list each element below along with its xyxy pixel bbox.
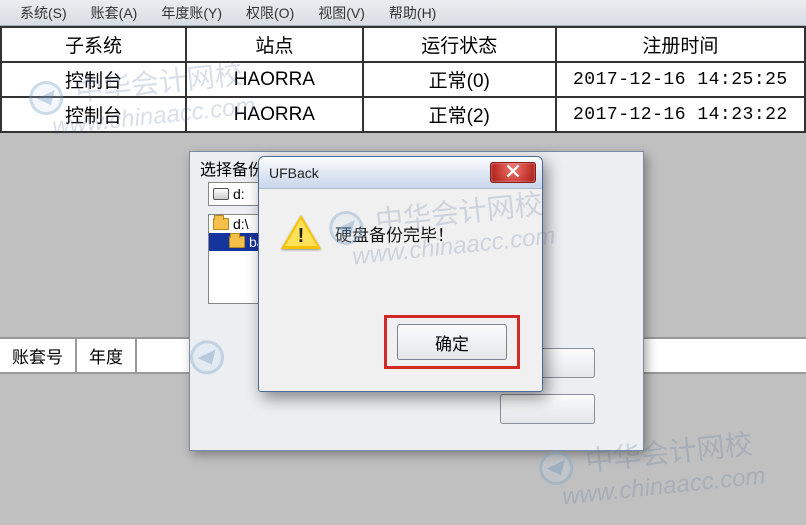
modal-message: 硬盘备份完毕！ (335, 221, 454, 246)
menu-view[interactable]: 视图(V) (308, 3, 375, 23)
col-status: 运行状态 (363, 27, 556, 62)
main-table: 子系统 站点 运行状态 注册时间 控制台 HAORRA 正常(0) 2017-1… (0, 26, 806, 133)
menu-account[interactable]: 账套(A) (81, 3, 148, 23)
table-header-row: 子系统 站点 运行状态 注册时间 (1, 27, 805, 62)
table-row[interactable]: 控制台 HAORRA 正常(0) 2017-12-16 14:25:25 (1, 62, 805, 97)
cell-regtime: 2017-12-16 14:23:22 (556, 97, 805, 132)
ok-highlight-box: 确定 (384, 315, 520, 369)
ufback-modal: UFBack ! 硬盘备份完毕！ 确定 (258, 156, 543, 392)
disk-icon (213, 188, 229, 200)
table-row[interactable]: 控制台 HAORRA 正常(2) 2017-12-16 14:23:22 (1, 97, 805, 132)
cell-regtime: 2017-12-16 14:25:25 (556, 62, 805, 97)
cell-status: 正常(2) (363, 97, 556, 132)
cell-site: HAORRA (186, 62, 363, 97)
col-regtime: 注册时间 (556, 27, 805, 62)
ok-button[interactable]: 确定 (397, 324, 507, 360)
cell-site: HAORRA (186, 97, 363, 132)
modal-footer: 确定 (384, 315, 520, 369)
panel-button[interactable] (500, 394, 595, 424)
drive-label: d: (233, 186, 245, 202)
menu-help[interactable]: 帮助(H) (379, 3, 446, 23)
col-subsystem: 子系统 (1, 27, 186, 62)
modal-body: ! 硬盘备份完毕！ (259, 189, 542, 261)
close-icon (506, 164, 520, 181)
cell-subsystem: 控制台 (1, 62, 186, 97)
cell-status: 正常(0) (363, 62, 556, 97)
col-year: 年度 (77, 339, 137, 372)
close-button[interactable] (490, 162, 536, 183)
menu-year[interactable]: 年度账(Y) (151, 3, 232, 23)
col-site: 站点 (186, 27, 363, 62)
tree-root-label: d:\ (233, 216, 249, 232)
menubar: 系统(S) 账套(A) 年度账(Y) 权限(O) 视图(V) 帮助(H) (0, 0, 806, 26)
menu-privilege[interactable]: 权限(O) (236, 3, 304, 23)
warning-icon: ! (281, 215, 321, 251)
folder-icon (213, 218, 229, 230)
col-account-no: 账套号 (0, 339, 77, 372)
folder-icon (229, 236, 245, 248)
modal-title: UFBack (269, 165, 490, 181)
menu-system[interactable]: 系统(S) (10, 3, 77, 23)
modal-titlebar[interactable]: UFBack (259, 157, 542, 189)
cell-subsystem: 控制台 (1, 97, 186, 132)
